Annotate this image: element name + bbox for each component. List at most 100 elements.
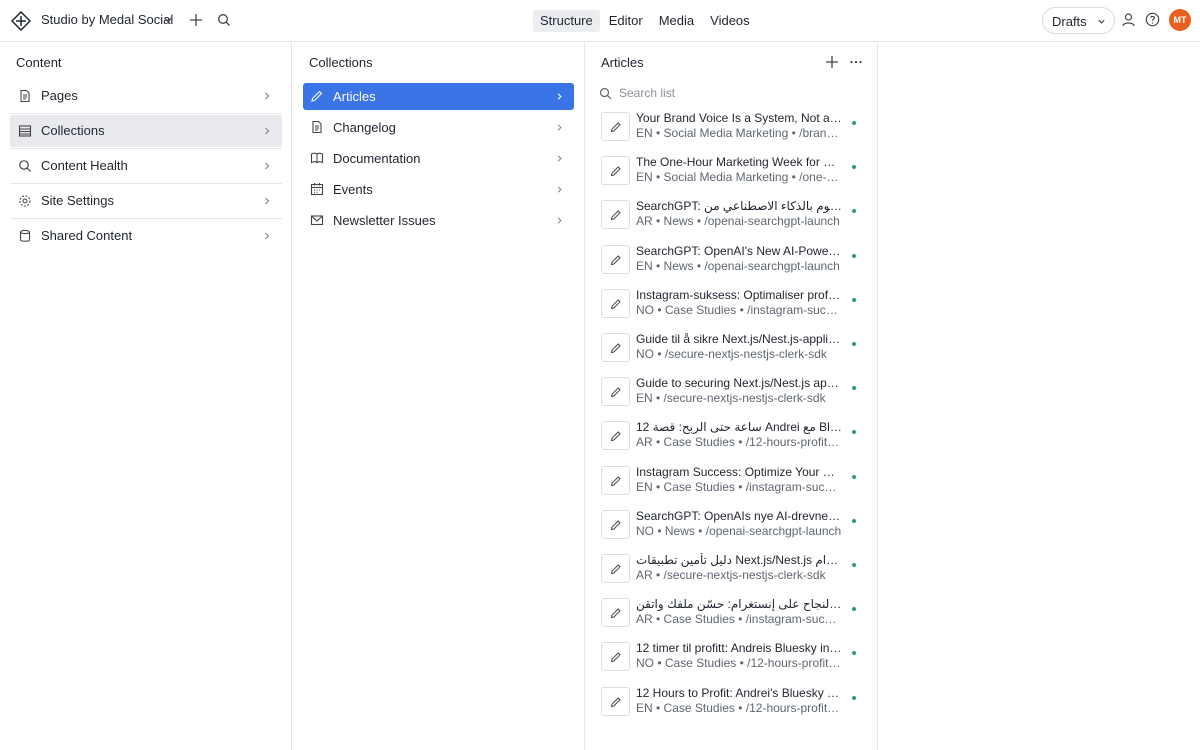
tab-media[interactable]: Media: [652, 10, 701, 32]
pencil-icon: [610, 122, 621, 133]
sidebar-item-site-settings[interactable]: Site Settings: [10, 185, 282, 217]
published-status-dot: [852, 607, 856, 612]
collection-item-events[interactable]: Events: [303, 176, 574, 203]
chevron-right-icon: [265, 162, 270, 170]
article-subtitle: EN • Case Studies • /instagram-success: [636, 479, 842, 494]
list-item[interactable]: النجاح على إنستغرام: حسّن ملفك واتقن Ree…: [596, 593, 868, 633]
search-placeholder: Search list: [619, 86, 676, 100]
chevron-right-icon: [265, 232, 270, 240]
database-icon: [19, 229, 31, 242]
article-subtitle: EN • Social Media Marketing • /brand-voi…: [636, 126, 842, 140]
help-icon[interactable]: [1145, 12, 1160, 27]
article-title: SearchGPT: OpenAI's New AI-Powered Searc…: [636, 243, 842, 258]
pencil-icon: [610, 210, 621, 221]
collections-pane: Collections Articles Changelog Documenta…: [292, 42, 585, 750]
envelope-icon: [310, 215, 324, 226]
chevron-right-icon: [265, 127, 270, 135]
list-item[interactable]: Instagram-suksess: Optimaliser profile n …: [596, 284, 868, 324]
chevron-right-icon: [557, 124, 562, 131]
list-item[interactable]: SearchGPT: OpenAIs nye AI-drevne søkemot…: [596, 505, 868, 545]
document-thumbnail: [601, 288, 630, 318]
document-thumbnail: [601, 554, 630, 583]
article-subtitle: AR • /secure-nextjs-nestjs-clerk-sdk: [636, 568, 826, 582]
article-title: Your Brand Voice Is a System, Not a Vibe: [636, 111, 842, 125]
more-icon[interactable]: [849, 55, 863, 69]
published-status-dot: [852, 165, 856, 170]
search-list-input[interactable]: Search list: [599, 85, 864, 103]
published-status-dot: [852, 297, 856, 302]
list-item[interactable]: 12 ساعة حتى الربح: قصة Andrei مع Bluesky…: [596, 416, 868, 456]
chevron-down-icon[interactable]: [162, 14, 174, 26]
sidebar-item-pages[interactable]: Pages: [10, 80, 282, 112]
document-thumbnail: [601, 112, 630, 141]
published-status-dot: [852, 253, 856, 258]
perspective-select[interactable]: Drafts: [1042, 7, 1115, 34]
list-item[interactable]: Guide to securing Next.js/Nest.js applic…: [596, 372, 868, 412]
content-pane: Content Pages Collections Content Health: [0, 42, 292, 750]
article-subtitle: EN • Social Media Marketing • /one-hour-…: [636, 170, 842, 185]
pencil-icon: [610, 475, 621, 486]
pencil-icon: [610, 652, 621, 663]
gear-icon: [19, 195, 31, 207]
article-title: Instagram Success: Optimize Your Profile: [636, 464, 842, 479]
pencil-icon: [610, 696, 621, 707]
pencil-icon: [610, 520, 621, 530]
avatar[interactable]: MT: [1169, 9, 1191, 31]
workspace-name[interactable]: Studio by Medal Social: [41, 12, 173, 27]
pencil-icon: [610, 343, 621, 354]
list-item[interactable]: Guide til å sikre Next.js/Nest.js-applik…: [596, 328, 868, 368]
divider: [10, 218, 282, 219]
pencil-icon: [610, 299, 621, 309]
document-thumbnail: [601, 333, 630, 362]
collection-item-label: Events: [333, 182, 373, 197]
list-item[interactable]: SearchGPT: OpenAI's New AI-Powered Searc…: [596, 240, 868, 280]
article-title: SearchGPT: OpenAIs nye AI-drevne søkemot…: [636, 508, 842, 523]
article-subtitle: NO • Case Studies • /instagram-success: [636, 302, 842, 317]
pencil-icon: [610, 608, 621, 619]
tab-editor[interactable]: Editor: [602, 10, 650, 32]
user-presence-icon[interactable]: [1121, 12, 1136, 27]
sidebar-item-content-health[interactable]: Content Health: [10, 150, 282, 182]
list-item[interactable]: دليل تأمين تطبيقات Next.js/Nest.js باستخ…: [596, 549, 868, 589]
list-item[interactable]: 12 timer til profitt: Andreis Bluesky in…: [596, 637, 868, 677]
list-item[interactable]: 12 Hours to Profit: Andrei's Bluesky Ind…: [596, 682, 868, 722]
sidebar-item-label: Site Settings: [41, 193, 114, 208]
list-item[interactable]: Instagram Success: Optimize Your Profile…: [596, 461, 868, 501]
list-item[interactable]: Your Brand Voice Is a System, Not a Vibe…: [596, 107, 868, 147]
document-thumbnail: [601, 465, 630, 495]
list-item[interactable]: The One-Hour Marketing Week for Small Te…: [596, 151, 868, 191]
tab-structure[interactable]: Structure: [533, 10, 600, 32]
studio-logo-icon[interactable]: [11, 11, 31, 31]
published-status-dot: [852, 430, 856, 435]
articles-pane: Articles Search list Your Brand Voice Is…: [585, 42, 878, 750]
collection-item-documentation[interactable]: Documentation: [303, 145, 574, 172]
published-status-dot: [852, 209, 856, 214]
sidebar-item-label: Content Health: [41, 158, 128, 173]
pencil-icon: [610, 166, 621, 177]
document-thumbnail: [601, 598, 630, 628]
collections-pane-title: Collections: [309, 55, 373, 70]
collection-item-newsletter-issues[interactable]: Newsletter Issues: [303, 207, 574, 234]
document-thumbnail: [601, 244, 630, 274]
pencil-icon: [610, 254, 621, 265]
list-item[interactable]: SearchGPT: مدعوم بالذكاء الاصطناعي من Op…: [596, 195, 868, 235]
chevron-right-icon: [265, 197, 270, 205]
pencil-icon: [610, 387, 621, 398]
article-subtitle: AR • News • /openai-searchgpt-launch: [636, 214, 840, 229]
chevron-right-icon: [557, 155, 562, 162]
collection-item-articles[interactable]: Articles: [303, 83, 574, 110]
tab-videos[interactable]: Videos: [703, 10, 757, 32]
published-status-dot: [852, 342, 856, 346]
divider: [10, 148, 282, 149]
document-thumbnail: [601, 421, 630, 451]
document-icon: [20, 89, 30, 103]
sidebar-item-shared-content[interactable]: Shared Content: [10, 220, 282, 252]
collection-item-changelog[interactable]: Changelog: [303, 114, 574, 141]
plus-icon[interactable]: [189, 13, 203, 27]
sidebar-item-collections[interactable]: Collections: [10, 115, 282, 147]
search-icon[interactable]: [217, 13, 231, 27]
divider: [10, 183, 282, 184]
calendar-icon: [310, 183, 324, 196]
plus-icon[interactable]: [825, 55, 839, 69]
chevron-down-icon: [1098, 19, 1105, 24]
